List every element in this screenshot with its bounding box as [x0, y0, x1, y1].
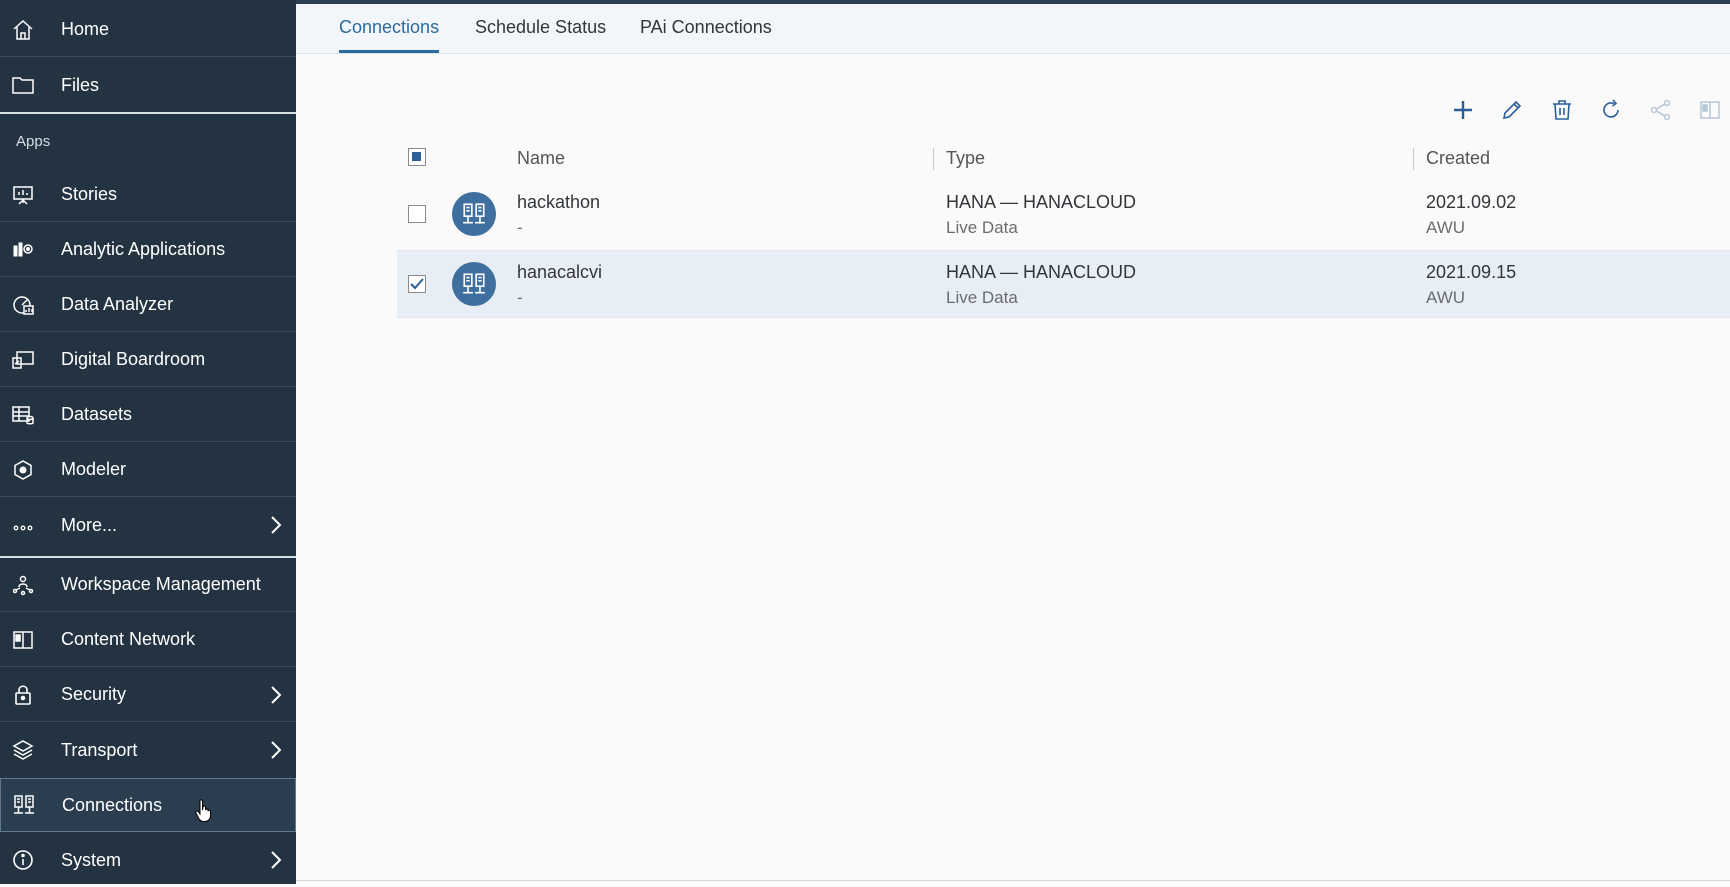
- connection-type: HANA — HANACLOUD: [946, 192, 1137, 212]
- data-analyzer-icon: [10, 292, 36, 318]
- nav-label: Connections: [62, 794, 163, 815]
- nav-label: Files: [61, 74, 100, 95]
- chevron-right-icon: [271, 741, 282, 759]
- nav-item-datasets[interactable]: Datasets: [0, 388, 296, 442]
- datasets-icon: [10, 402, 36, 428]
- created-by: AWU: [1426, 218, 1466, 237]
- digital-boardroom-icon: [10, 347, 36, 373]
- edit-button[interactable]: [1498, 96, 1526, 124]
- nav-label: Transport: [61, 739, 138, 760]
- table-row[interactable]: hackathon - HANA — HANACLOUD Live Data 2…: [397, 180, 1730, 248]
- nav-item-system[interactable]: System: [0, 833, 296, 887]
- book-button[interactable]: [1696, 96, 1724, 124]
- refresh-button[interactable]: [1597, 96, 1625, 124]
- nav-item-transport[interactable]: Transport: [0, 723, 296, 777]
- bottom-border: [296, 880, 1730, 881]
- nav-item-connections[interactable]: Connections: [0, 778, 296, 832]
- row-checkbox[interactable]: [408, 205, 426, 223]
- connection-name[interactable]: hackathon: [517, 192, 600, 213]
- nav-item-home[interactable]: Home: [0, 3, 296, 57]
- content-network-icon: [10, 627, 36, 653]
- nav-label: More...: [61, 514, 118, 535]
- created-by: AWU: [1426, 288, 1466, 307]
- connections-icon: [463, 203, 485, 224]
- nav-item-security[interactable]: Security: [0, 668, 296, 722]
- tab-pai-connections[interactable]: PAi Connections: [640, 4, 772, 53]
- chevron-right-icon: [271, 516, 282, 534]
- nav-item-workspace-management[interactable]: Workspace Management: [0, 558, 296, 612]
- connection-type: HANA — HANACLOUD: [946, 262, 1137, 282]
- nav-label: Digital Boardroom: [61, 349, 206, 369]
- select-all-checkbox[interactable]: [408, 148, 426, 166]
- tab-schedule-status[interactable]: Schedule Status: [475, 4, 606, 53]
- connection-type-icon: [452, 192, 496, 236]
- nav-label: Home: [61, 19, 110, 39]
- connection-subtype: Live Data: [946, 288, 1018, 307]
- connection-description: -: [517, 288, 523, 307]
- info-icon: [10, 847, 36, 873]
- row-checkbox-checked[interactable]: [408, 275, 426, 293]
- share-button[interactable]: [1647, 96, 1675, 124]
- add-button[interactable]: [1449, 96, 1477, 124]
- tab-connections[interactable]: Connections: [339, 4, 440, 53]
- nav-item-files[interactable]: Files: [0, 58, 296, 112]
- book-icon: [1700, 101, 1720, 119]
- created-date: 2021.09.02: [1426, 192, 1517, 212]
- analytic-applications-icon: [10, 237, 36, 263]
- lock-icon: [10, 682, 36, 708]
- connection-description: -: [517, 218, 523, 237]
- nav-item-analytic-applications[interactable]: Analytic Applications: [0, 223, 296, 277]
- nav-item-digital-boardroom[interactable]: Digital Boardroom: [0, 333, 296, 387]
- home-icon: [10, 17, 36, 43]
- column-header-type[interactable]: Type: [946, 148, 985, 169]
- column-header-name[interactable]: Name: [517, 148, 565, 169]
- more-icon: [10, 512, 36, 538]
- chevron-right-icon: [271, 685, 282, 704]
- tab-bar: Connections Schedule Status PAi Connecti…: [296, 4, 1730, 54]
- edit-icon: [1502, 100, 1522, 120]
- add-icon: [1454, 101, 1472, 119]
- nav-label: Workspace Management: [61, 574, 261, 594]
- connections-icon: [463, 273, 485, 294]
- apps-section-header: Apps: [16, 133, 51, 150]
- created-date: 2021.09.15: [1426, 262, 1517, 282]
- column-divider[interactable]: [933, 148, 934, 170]
- connection-type-icon: [452, 262, 496, 306]
- modeler-icon: [10, 457, 36, 483]
- nav-item-more[interactable]: More...: [0, 498, 296, 552]
- delete-icon: [1553, 100, 1571, 120]
- nav-item-data-analyzer[interactable]: Data Analyzer: [0, 278, 296, 332]
- connection-name[interactable]: hanacalcvi: [517, 262, 602, 283]
- nav-label: Data Analyzer: [61, 294, 174, 314]
- hand-cursor-icon: [195, 799, 211, 822]
- connection-subtype: Live Data: [946, 218, 1018, 237]
- stories-icon: [10, 182, 36, 208]
- folder-icon: [10, 72, 36, 98]
- divider: [0, 112, 296, 114]
- chevron-right-icon: [271, 851, 282, 869]
- nav-item-stories[interactable]: Stories: [0, 168, 296, 222]
- nav-label: Datasets: [61, 404, 133, 424]
- workspace-icon: [10, 572, 36, 598]
- side-navigation: Home Files Apps Stories Analytic Applica…: [0, 0, 296, 884]
- column-divider[interactable]: [1413, 148, 1414, 170]
- nav-label: Content Network: [61, 629, 196, 649]
- nav-label: Modeler: [61, 459, 127, 479]
- nav-label: Security: [61, 684, 127, 704]
- checkmark-icon: [410, 278, 424, 290]
- nav-label: Analytic Applications: [61, 239, 226, 259]
- column-header-created[interactable]: Created: [1426, 148, 1490, 169]
- connections-icon: [11, 792, 37, 818]
- share-icon: [1650, 99, 1671, 121]
- nav-item-modeler[interactable]: Modeler: [0, 443, 296, 497]
- nav-label: System: [61, 849, 122, 870]
- delete-button[interactable]: [1548, 96, 1576, 124]
- table-row[interactable]: hanacalcvi - HANA — HANACLOUD Live Data …: [397, 250, 1730, 318]
- refresh-icon: [1603, 99, 1619, 118]
- nav-item-content-network[interactable]: Content Network: [0, 613, 296, 667]
- transport-icon: [10, 737, 36, 763]
- nav-label: Stories: [61, 184, 118, 204]
